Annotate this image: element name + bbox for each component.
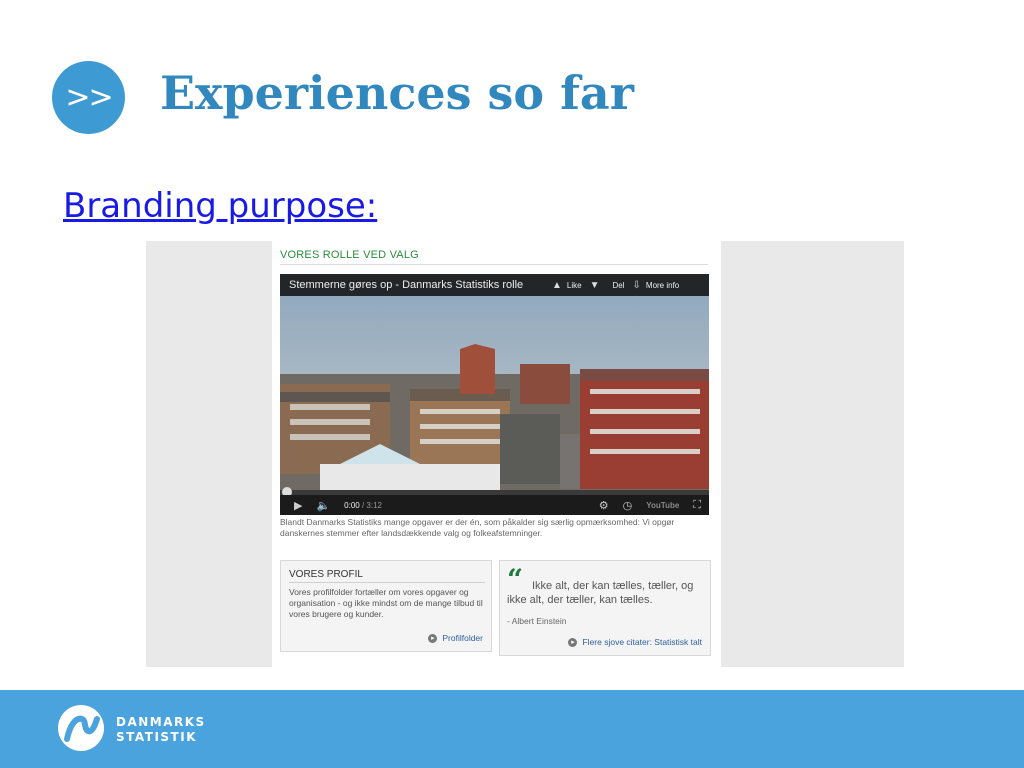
quote-box: “ Ikke alt, der kan tælles, tæller, og i… bbox=[499, 560, 711, 656]
section-title: VORES ROLLE VED VALG bbox=[280, 249, 419, 261]
bullet-icon: >> bbox=[52, 61, 125, 134]
share-button[interactable]: Del bbox=[613, 281, 625, 290]
fullscreen-icon[interactable]: ⛶ bbox=[693, 499, 701, 512]
thumbs-down-icon: ▼ bbox=[589, 279, 600, 291]
profil-heading: VORES PROFIL bbox=[289, 569, 363, 580]
bullet-glyph: >> bbox=[65, 80, 113, 115]
arrow-right-icon: ▸ bbox=[568, 637, 578, 647]
more-quotes-link[interactable]: ▸ Flere sjove citater: Statistisk talt bbox=[568, 637, 702, 647]
branding-purpose-link[interactable]: Branding purpose: bbox=[63, 186, 377, 226]
divider bbox=[280, 264, 708, 265]
profil-body: Vores profilfolder fortæller om vores op… bbox=[289, 587, 483, 619]
brand-line-1: DANMARKS bbox=[116, 715, 206, 729]
divider bbox=[289, 582, 485, 583]
brand-line-2: STATISTIK bbox=[116, 730, 197, 744]
brand-name: DANMARKS STATISTIK bbox=[116, 715, 206, 745]
video-title-bar: Stemmerne gøres op - Danmarks Statistiks… bbox=[280, 274, 709, 296]
website-screenshot: VORES ROLLE VED VALG Stemmerne gøres op … bbox=[146, 241, 904, 667]
page-title: Experiences so far bbox=[160, 66, 634, 120]
profil-box: VORES PROFIL Vores profilfolder fortælle… bbox=[280, 560, 492, 652]
danmarks-statistik-logo-icon bbox=[58, 705, 104, 751]
current-time: 0:00 bbox=[344, 500, 360, 510]
like-button[interactable]: ▲ Like bbox=[552, 280, 582, 291]
video-player[interactable]: Stemmerne gøres op - Danmarks Statistiks… bbox=[280, 274, 709, 515]
clock-icon[interactable]: ◷ bbox=[623, 499, 633, 512]
profilfolder-link[interactable]: ▸ Profilfolder bbox=[428, 633, 483, 643]
footer-bar: DANMARKS STATISTIK bbox=[0, 690, 1024, 768]
dislike-button[interactable]: ▼ bbox=[590, 280, 605, 291]
thumbs-up-icon: ▲ bbox=[552, 279, 562, 291]
volume-icon[interactable]: 🔈 bbox=[316, 499, 330, 512]
play-icon[interactable]: ▶ bbox=[294, 499, 302, 512]
chevron-down-icon: ⇩ bbox=[632, 279, 641, 291]
screenshot-page: VORES ROLLE VED VALG Stemmerne gøres op … bbox=[272, 241, 721, 667]
video-frame-image bbox=[280, 344, 709, 515]
more-info-button[interactable]: ⇩ More info bbox=[633, 280, 680, 291]
video-title[interactable]: Stemmerne gøres op - Danmarks Statistiks… bbox=[280, 279, 544, 291]
gear-icon[interactable]: ⚙ bbox=[599, 499, 609, 512]
arrow-right-icon: ▸ bbox=[428, 633, 438, 643]
video-time: 0:00 / 3:12 bbox=[344, 501, 382, 510]
video-duration: / 3:12 bbox=[361, 500, 382, 510]
youtube-logo[interactable]: YouTube bbox=[646, 501, 679, 510]
quote-author: - Albert Einstein bbox=[507, 616, 567, 626]
video-caption: Blandt Danmarks Statistiks mange opgaver… bbox=[280, 517, 675, 538]
quote-text: Ikke alt, der kan tælles, tæller, og ikk… bbox=[507, 580, 694, 606]
video-controls: ▶ 🔈 0:00 / 3:12 ⚙ ◷ YouTube ⛶ bbox=[280, 495, 709, 515]
